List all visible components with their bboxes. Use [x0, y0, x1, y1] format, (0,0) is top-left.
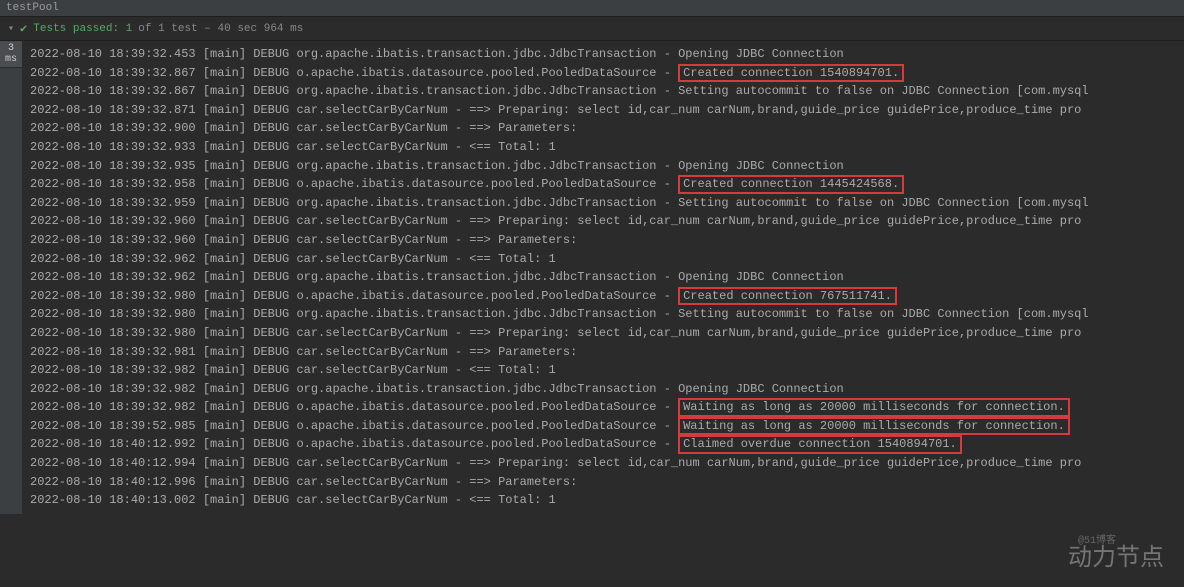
tests-passed-label: Tests passed: 1 [33, 23, 132, 35]
console-log[interactable]: 2022-08-10 18:39:32.453 [main] DEBUG org… [22, 41, 1184, 514]
log-line: 2022-08-10 18:39:52.985 [main] DEBUG o.a… [30, 417, 1176, 436]
log-line: 2022-08-10 18:39:32.867 [main] DEBUG org… [30, 82, 1176, 101]
log-line: 2022-08-10 18:39:32.982 [main] DEBUG o.a… [30, 398, 1176, 417]
log-highlight: Claimed overdue connection 1540894701. [678, 435, 962, 453]
log-line: 2022-08-10 18:39:32.982 [main] DEBUG org… [30, 380, 1176, 399]
log-prefix: 2022-08-10 18:39:32.958 [main] DEBUG o.a… [30, 177, 678, 191]
log-line: 2022-08-10 18:39:32.960 [main] DEBUG car… [30, 212, 1176, 231]
left-gutter: 3 ms [0, 41, 22, 514]
log-highlight: Created connection 1540894701. [678, 64, 904, 82]
log-line: 2022-08-10 18:39:32.453 [main] DEBUG org… [30, 45, 1176, 64]
log-line: 2022-08-10 18:39:32.959 [main] DEBUG org… [30, 194, 1176, 213]
log-line: 2022-08-10 18:40:12.996 [main] DEBUG car… [30, 473, 1176, 492]
log-line: 2022-08-10 18:39:32.900 [main] DEBUG car… [30, 119, 1176, 138]
log-prefix: 2022-08-10 18:39:32.867 [main] DEBUG o.a… [30, 66, 678, 80]
log-line: 2022-08-10 18:39:32.933 [main] DEBUG car… [30, 138, 1176, 157]
log-prefix: 2022-08-10 18:39:52.985 [main] DEBUG o.a… [30, 419, 678, 433]
log-line: 2022-08-10 18:40:13.002 [main] DEBUG car… [30, 491, 1176, 510]
log-line: 2022-08-10 18:39:32.962 [main] DEBUG car… [30, 250, 1176, 269]
log-line: 2022-08-10 18:40:12.994 [main] DEBUG car… [30, 454, 1176, 473]
log-highlight: Waiting as long as 20000 milliseconds fo… [678, 398, 1070, 416]
log-line: 2022-08-10 18:39:32.980 [main] DEBUG org… [30, 305, 1176, 324]
main-content: 3 ms 2022-08-10 18:39:32.453 [main] DEBU… [0, 41, 1184, 514]
time-badge: 3 ms [0, 41, 22, 68]
window-title-bar: testPool [0, 0, 1184, 17]
log-line: 2022-08-10 18:39:32.980 [main] DEBUG o.a… [30, 287, 1176, 306]
collapse-icon[interactable]: ▾ [8, 23, 14, 35]
log-highlight: Waiting as long as 20000 milliseconds fo… [678, 417, 1070, 435]
log-highlight: Created connection 1445424568. [678, 175, 904, 193]
log-prefix: 2022-08-10 18:39:32.980 [main] DEBUG o.a… [30, 289, 678, 303]
log-line: 2022-08-10 18:39:32.980 [main] DEBUG car… [30, 324, 1176, 343]
log-highlight: Created connection 767511741. [678, 287, 897, 305]
log-prefix: 2022-08-10 18:40:12.992 [main] DEBUG o.a… [30, 437, 678, 451]
watermark: 动力节点 [1068, 537, 1164, 572]
log-line: 2022-08-10 18:39:32.960 [main] DEBUG car… [30, 231, 1176, 250]
log-line: 2022-08-10 18:39:32.935 [main] DEBUG org… [30, 157, 1176, 176]
test-toolbar: ▾ ✔ Tests passed: 1 of 1 test – 40 sec 9… [0, 17, 1184, 41]
log-line: 2022-08-10 18:40:12.992 [main] DEBUG o.a… [30, 435, 1176, 454]
log-line: 2022-08-10 18:39:32.958 [main] DEBUG o.a… [30, 175, 1176, 194]
log-line: 2022-08-10 18:39:32.982 [main] DEBUG car… [30, 361, 1176, 380]
log-line: 2022-08-10 18:39:32.867 [main] DEBUG o.a… [30, 64, 1176, 83]
log-prefix: 2022-08-10 18:39:32.982 [main] DEBUG o.a… [30, 400, 678, 414]
check-icon: ✔ [20, 21, 27, 36]
log-line: 2022-08-10 18:39:32.981 [main] DEBUG car… [30, 343, 1176, 362]
window-title: testPool [6, 2, 59, 14]
log-line: 2022-08-10 18:39:32.962 [main] DEBUG org… [30, 268, 1176, 287]
log-line: 2022-08-10 18:39:32.871 [main] DEBUG car… [30, 101, 1176, 120]
tests-info: of 1 test – 40 sec 964 ms [138, 23, 303, 35]
